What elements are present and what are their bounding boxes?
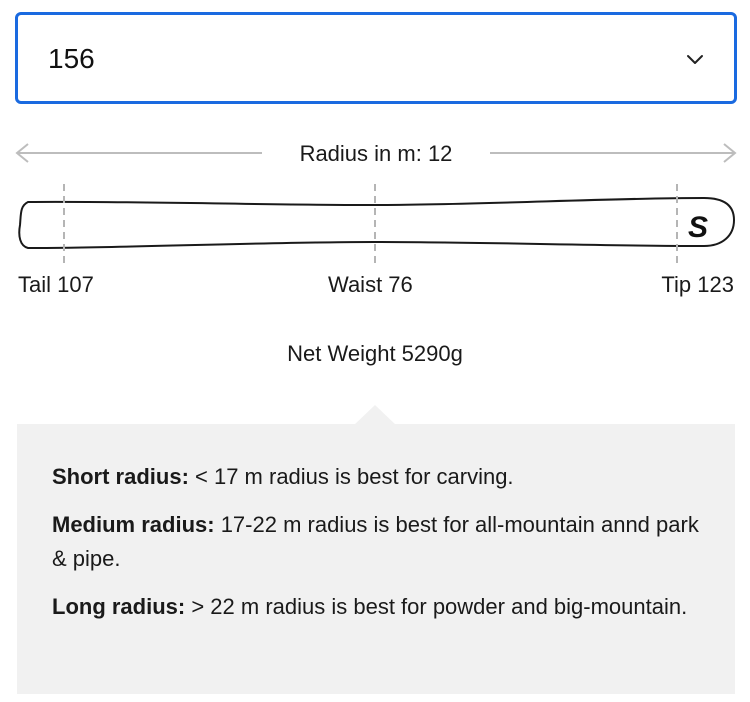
medium-radius-text: Medium radius: 17-22 m radius is best fo… <box>52 508 702 576</box>
radius-info-panel: Short radius: < 17 m radius is best for … <box>17 424 735 694</box>
long-radius-text: Long radius: > 22 m radius is best for p… <box>52 590 702 624</box>
size-select[interactable]: 156 <box>15 12 737 104</box>
ski-logo: S <box>688 211 708 244</box>
chevron-down-icon <box>687 55 703 64</box>
waist-label: Waist 76 <box>328 272 413 297</box>
short-radius-text: Short radius: < 17 m radius is best for … <box>52 460 702 494</box>
short-radius-desc: < 17 m radius is best for carving. <box>188 464 514 489</box>
long-radius-desc: > 22 m radius is best for powder and big… <box>185 594 688 619</box>
size-select-value: 156 <box>48 43 95 74</box>
radius-indicator: Radius in m: 12 <box>14 134 738 174</box>
tip-label: Tip 123 <box>661 272 734 297</box>
long-radius-term: Long radius: <box>52 594 186 619</box>
info-caret <box>354 405 396 425</box>
ski-diagram: S <box>18 184 736 268</box>
medium-radius-term: Medium radius: <box>52 512 215 537</box>
ski-outline <box>18 196 736 250</box>
short-radius-term: Short radius: <box>52 464 189 489</box>
net-weight: Net Weight 5290g <box>287 341 463 366</box>
radius-label: Radius in m: 12 <box>289 141 463 166</box>
tail-label: Tail 107 <box>18 272 94 297</box>
